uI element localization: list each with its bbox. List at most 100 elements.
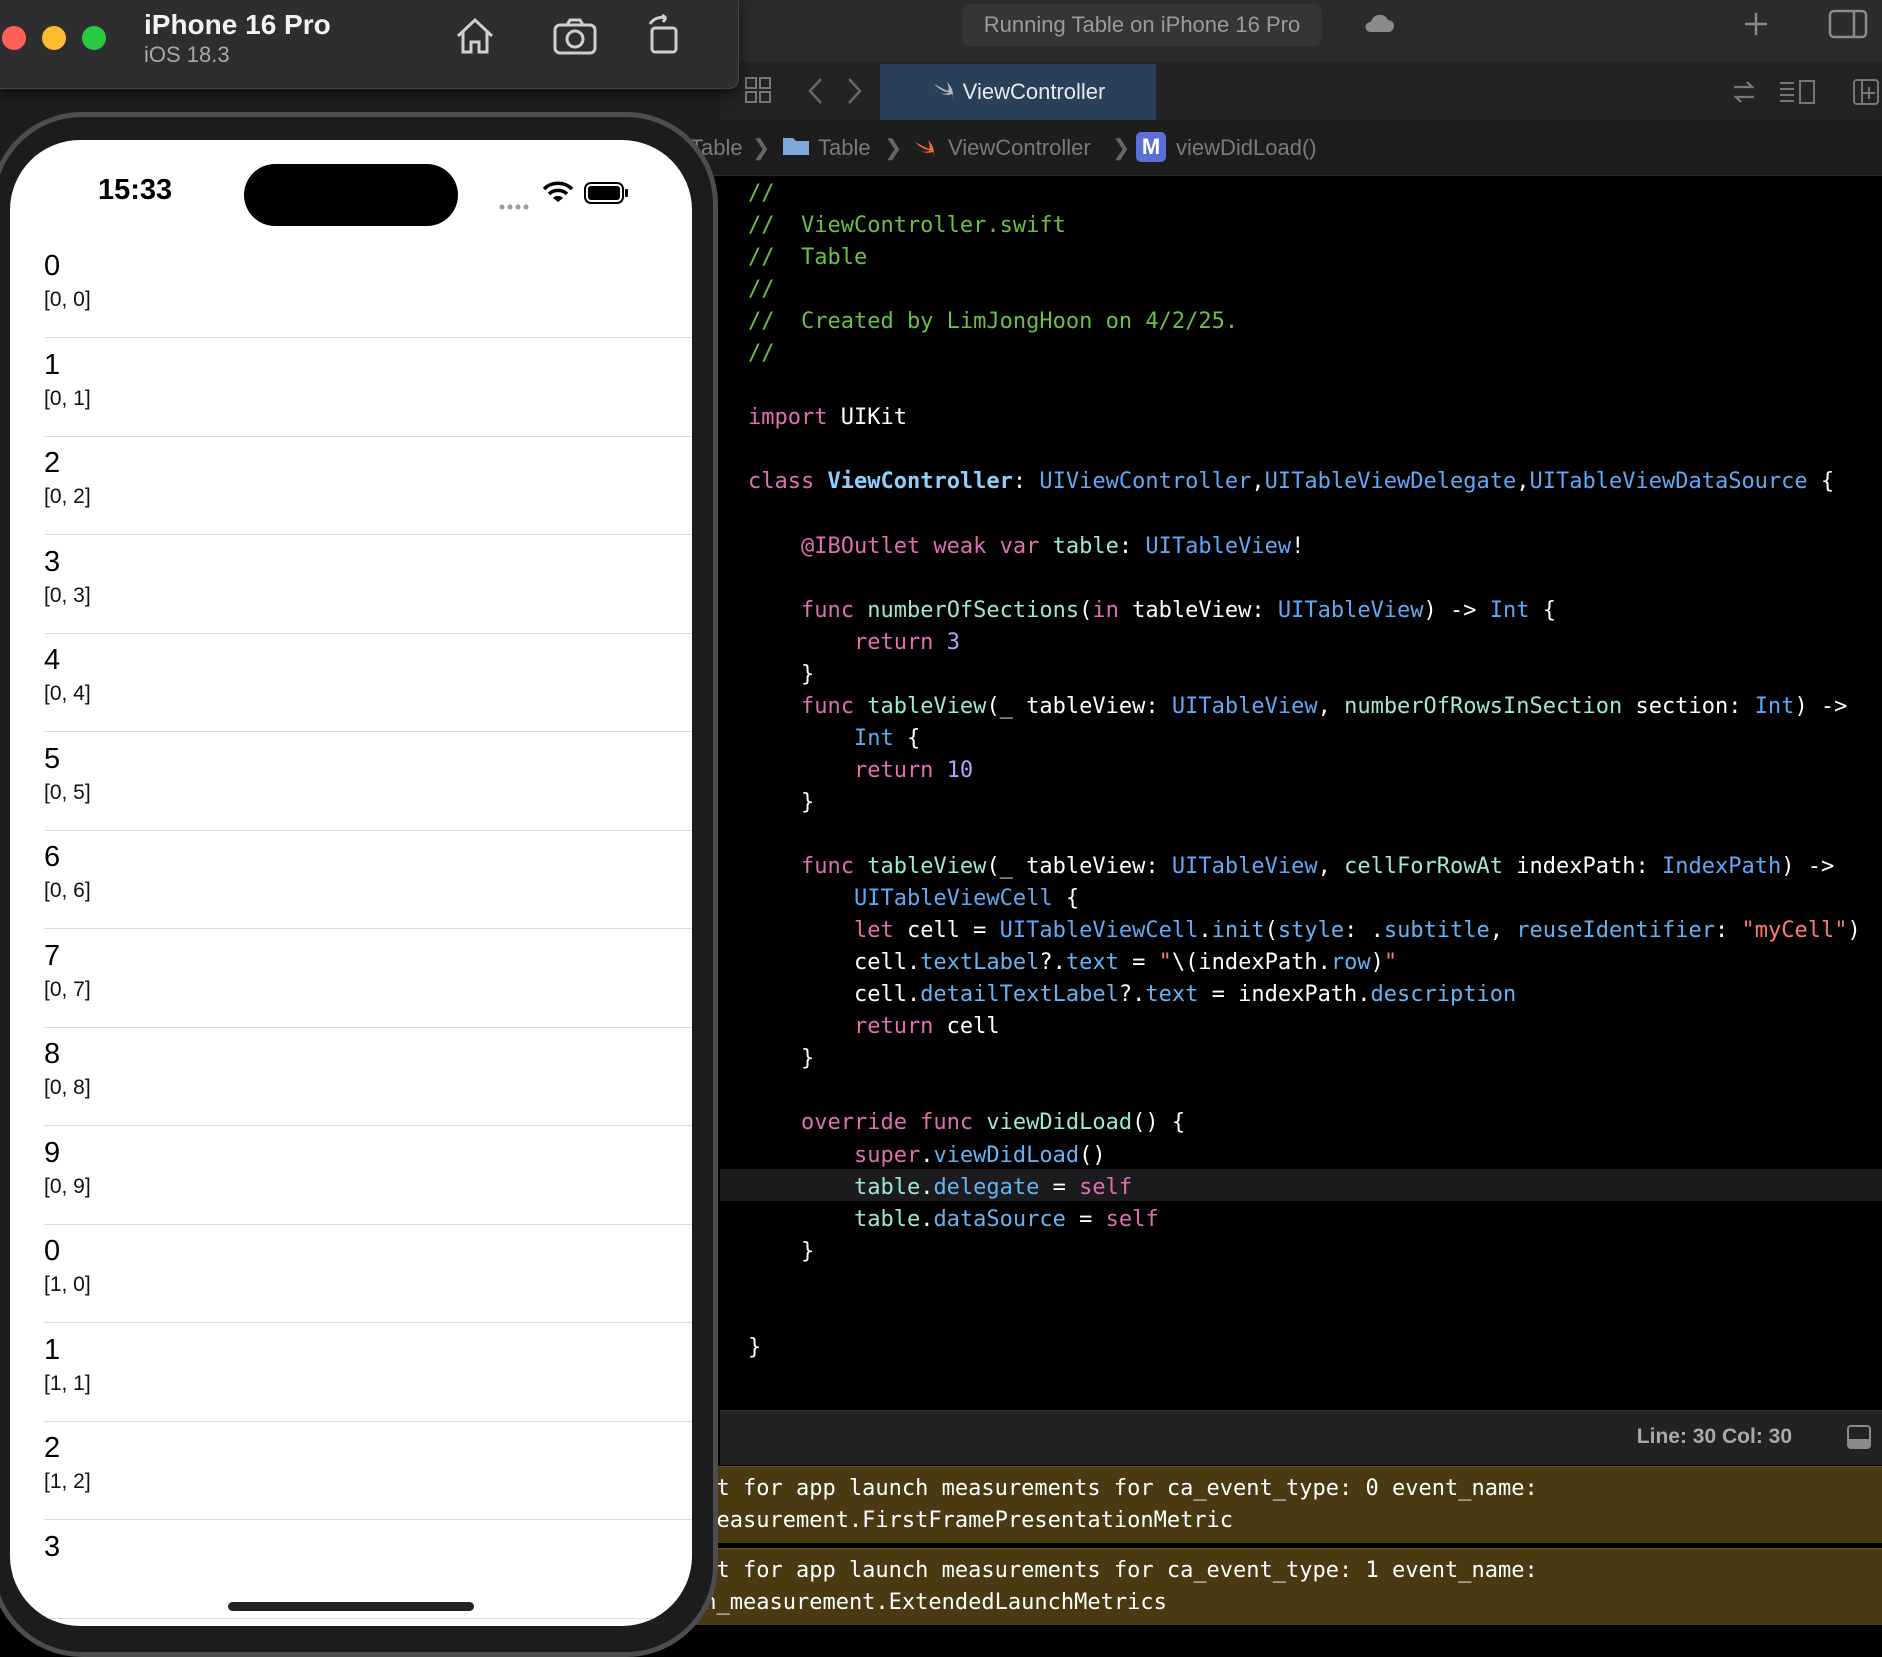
code-token: Int (1489, 597, 1530, 623)
code-token: import (748, 405, 828, 431)
code-token: , (1516, 469, 1530, 495)
code-token: ) -> (1794, 693, 1848, 719)
row-subtitle: [0, 6] (44, 879, 91, 902)
adjust-editor-icon[interactable] (1778, 78, 1816, 111)
code-token: @IBOutlet weak var (748, 533, 1040, 559)
row-subtitle: [0, 2] (44, 485, 91, 508)
chevron-right-icon: ❯ (752, 135, 771, 160)
code-token: subtitle (1383, 918, 1490, 944)
code-line: func tableView(_ tableView: UITableView,… (748, 851, 1834, 883)
table-row[interactable]: 4 [0, 4] (10, 634, 692, 732)
table-row[interactable]: 0 [0, 0] (10, 240, 692, 338)
code-token: UITableView (1171, 693, 1318, 719)
code-token: viewDidLoad (933, 1142, 1080, 1168)
code-token: dataSource (933, 1206, 1066, 1232)
code-line: cell.detailTextLabel?.text = indexPath.d… (748, 979, 1516, 1011)
screenshot-camera-icon[interactable] (552, 16, 598, 61)
status-bar-clock: 15:33 (98, 174, 173, 206)
table-row[interactable]: 1 [0, 1] (10, 339, 692, 437)
table-row[interactable]: 7 [0, 7] (10, 930, 692, 1028)
add-editor-icon[interactable] (1852, 78, 1880, 111)
code-token: numberOfRowsInSection (1344, 693, 1623, 719)
swift-file-icon (912, 136, 938, 164)
row-subtitle: [0, 3] (44, 583, 91, 607)
row-subtitle: [0, 4] (44, 682, 91, 705)
plus-icon[interactable] (1742, 10, 1770, 43)
code-token: func (748, 854, 854, 880)
related-items-icon[interactable] (1730, 78, 1758, 111)
table-row[interactable]: 6 [0, 6] (10, 831, 692, 929)
code-token: cell = (893, 918, 1000, 944)
code-token: Int (1754, 693, 1795, 719)
code-line: @IBOutlet weak var table: UITableView! (748, 531, 1304, 563)
rotate-icon[interactable] (644, 13, 686, 61)
code-token: return (748, 757, 934, 783)
code-token: // (748, 277, 775, 303)
code-token: { (1807, 469, 1835, 495)
table-row[interactable]: 2 [1, 2] (10, 1422, 692, 1520)
code-token: UITableViewCell (748, 886, 1053, 912)
table-row[interactable]: 2 [0, 2] (10, 437, 692, 535)
row-title: 3 (44, 1530, 61, 1563)
code-line: // Table (748, 242, 867, 274)
os-version: iOS 18.3 (144, 42, 230, 67)
row-subtitle: [0, 0] (44, 288, 91, 311)
forward-icon[interactable] (844, 76, 864, 111)
row-title: 5 (44, 742, 61, 775)
breadcrumb-file[interactable]: ViewController (948, 120, 1091, 175)
table-row[interactable]: 3 [0, 3] (10, 536, 692, 634)
table-row[interactable]: 0 [1, 0] (10, 1225, 692, 1323)
code-token: : . (1344, 918, 1384, 944)
code-line: Int { (748, 723, 920, 755)
breadcrumb-group[interactable]: Table (818, 120, 871, 175)
code-token: { (1529, 597, 1557, 623)
code-token: } (748, 1046, 815, 1072)
debug-area-toggle-icon[interactable] (1846, 1424, 1872, 1455)
cloud-icon[interactable] (1362, 12, 1396, 41)
table-row[interactable]: 5 [0, 5] (10, 733, 692, 831)
swift-file-icon (931, 65, 955, 121)
code-token: Int (748, 725, 894, 751)
code-token: , (1489, 918, 1517, 944)
code-line: // (748, 338, 775, 370)
close-button[interactable] (2, 26, 26, 50)
home-icon[interactable] (454, 16, 496, 61)
code-token: tableView (867, 693, 987, 719)
code-token: style (1277, 918, 1345, 944)
code-token: ) -> (1423, 597, 1490, 623)
run-status: Running Table on iPhone 16 Pro (962, 4, 1322, 46)
code-line: return 3 (748, 627, 960, 659)
battery-icon (584, 182, 630, 209)
tab-label: ViewController (962, 79, 1106, 104)
code-line: } (748, 1332, 761, 1364)
code-token: () { (1132, 1110, 1186, 1136)
table-row[interactable]: 9 [0, 9] (10, 1127, 692, 1225)
code-token: UIKit (827, 405, 907, 431)
code-token: " (1158, 950, 1172, 976)
code-token: table (748, 1206, 921, 1232)
device-screen[interactable]: 15:33 0 [0, 0] 1 [0, 1] 2 [0, 2] 3 [0, 3] 4 [0, 4… (10, 140, 692, 1626)
code-token: tableView (867, 854, 987, 880)
row-subtitle: [1, 0] (44, 1273, 91, 1296)
code-token: numberOfSections (867, 597, 1080, 623)
code-token: in (1092, 597, 1119, 623)
breadcrumb-method[interactable]: viewDidLoad() (1176, 120, 1317, 175)
code-line: } (748, 787, 814, 819)
code-token: ( (1264, 918, 1278, 944)
minimize-button[interactable] (42, 26, 66, 50)
inspector-toggle-icon[interactable] (1828, 8, 1868, 45)
code-token: ! (1291, 533, 1305, 559)
grid-icon[interactable] (744, 76, 772, 109)
code-token: return (748, 1014, 934, 1040)
zoom-button[interactable] (82, 26, 106, 50)
home-indicator[interactable] (228, 1602, 474, 1611)
code-token: reuseIdentifier (1516, 918, 1715, 944)
back-icon[interactable] (806, 76, 826, 111)
method-badge-icon: M (1136, 132, 1166, 162)
table-row[interactable]: 8 [0, 8] (10, 1028, 692, 1126)
table-row[interactable]: 1 [1, 1] (10, 1324, 692, 1422)
tab-viewcontroller[interactable]: ViewController (880, 64, 1156, 120)
